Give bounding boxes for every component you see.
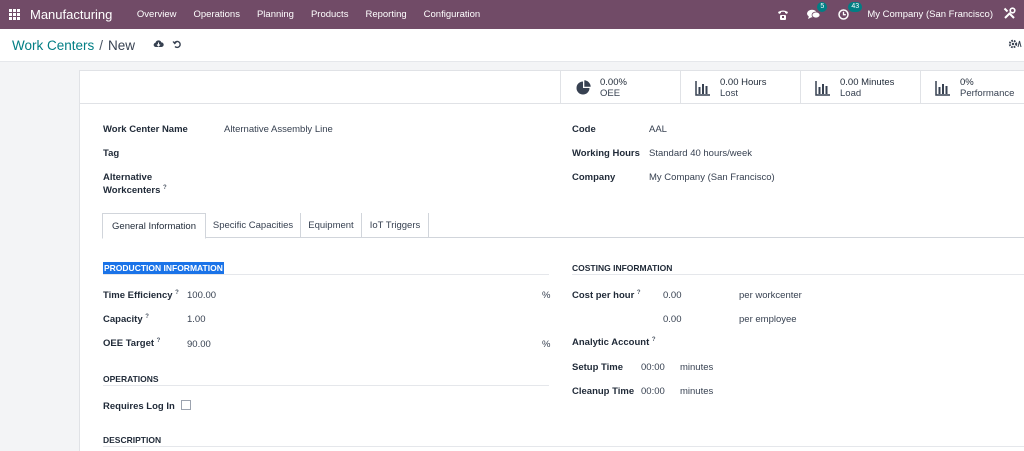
cleanup-time-label: Cleanup Time bbox=[572, 386, 635, 397]
capacity-label: Capacity ? bbox=[103, 314, 149, 326]
navbar-systray: 5 43 My Company (San Francisco) bbox=[777, 0, 1024, 29]
setup-time-label: Setup Time bbox=[572, 362, 624, 373]
chat-badge: 5 bbox=[817, 2, 828, 12]
time-efficiency-unit: % bbox=[542, 290, 551, 301]
help-tooltip-icon[interactable]: ? bbox=[175, 290, 179, 296]
tab-iot-triggers[interactable]: IoT Triggers bbox=[362, 213, 428, 238]
performance-label: Performance bbox=[960, 87, 1015, 99]
oee-target-input[interactable]: 90.00 bbox=[187, 339, 211, 350]
activity-badge: 43 bbox=[848, 2, 863, 12]
work-center-name-label: Work Center Name bbox=[103, 124, 188, 135]
tag-input[interactable] bbox=[224, 145, 524, 159]
alternative-workcenters-input[interactable] bbox=[224, 175, 524, 189]
code-label: Code bbox=[572, 124, 596, 135]
breadcrumb-work-centers[interactable]: Work Centers bbox=[12, 38, 94, 53]
load-stat-button[interactable]: 0.00 Minutes Load bbox=[800, 71, 920, 104]
setup-time-unit: minutes bbox=[680, 362, 714, 373]
load-value: 0.00 Minutes bbox=[840, 76, 895, 88]
capacity-input[interactable]: 1.00 bbox=[187, 314, 206, 325]
analytic-account-input[interactable] bbox=[663, 335, 1023, 349]
tab-divider bbox=[428, 213, 429, 238]
company-input[interactable]: My Company (San Francisco) bbox=[649, 172, 775, 183]
tab-specific-capacities[interactable]: Specific Capacities bbox=[206, 213, 300, 238]
main-menu: Overview Operations Planning Products Re… bbox=[128, 9, 488, 20]
app-name[interactable]: Manufacturing bbox=[30, 7, 112, 22]
help-tooltip-icon[interactable]: ? bbox=[157, 338, 161, 344]
oee-stat-button[interactable]: 0.00% OEE bbox=[560, 71, 680, 104]
bar-chart-icon bbox=[815, 80, 830, 96]
save-cloud-icon[interactable] bbox=[153, 39, 164, 51]
menu-overview[interactable]: Overview bbox=[128, 9, 185, 20]
load-label: Load bbox=[840, 87, 862, 99]
top-navbar: Manufacturing Overview Operations Planni… bbox=[0, 0, 1024, 29]
breadcrumb-separator: / bbox=[99, 37, 104, 53]
lost-label: Lost bbox=[720, 87, 738, 99]
time-efficiency-input[interactable]: 100.00 bbox=[187, 290, 216, 301]
company-label: Company bbox=[572, 172, 616, 183]
tools-icon[interactable] bbox=[1003, 6, 1016, 23]
lost-value: 0.00 Hours bbox=[720, 76, 767, 88]
form-sheet: 0.00% OEE 0.00 Hours Lost 0.00 Minutes L… bbox=[79, 70, 1024, 451]
clock-icon[interactable]: 43 bbox=[838, 2, 863, 20]
phone-icon[interactable] bbox=[777, 9, 789, 21]
oee-target-label: OEE Target ? bbox=[103, 338, 161, 350]
group-separator bbox=[103, 446, 1024, 447]
cost-per-workcenter-input[interactable]: 0.00 bbox=[663, 290, 682, 301]
lost-stat-button[interactable]: 0.00 Hours Lost bbox=[680, 71, 800, 104]
setup-time-input[interactable]: 00:00 bbox=[641, 362, 665, 373]
analytic-account-label: Analytic Account ? bbox=[572, 337, 656, 349]
notebook-tabs: General Information Specific Capacities … bbox=[102, 213, 1024, 239]
description-title: DESCRIPTION bbox=[103, 435, 162, 445]
menu-operations[interactable]: Operations bbox=[185, 9, 248, 20]
cost-per-hour-label: Cost per hour ? bbox=[572, 290, 641, 302]
help-tooltip-icon[interactable]: ? bbox=[145, 314, 149, 320]
tag-label: Tag bbox=[103, 148, 120, 159]
tab-equipment[interactable]: Equipment bbox=[301, 213, 361, 238]
production-information-title: PRODUCTION INFORMATION bbox=[103, 262, 224, 274]
cost-per-employee-input[interactable]: 0.00 bbox=[663, 314, 682, 325]
bar-chart-icon bbox=[695, 80, 710, 96]
discard-undo-icon[interactable] bbox=[172, 39, 182, 52]
working-hours-input[interactable]: Standard 40 hours/week bbox=[649, 148, 752, 159]
help-tooltip-icon[interactable]: ? bbox=[652, 337, 656, 343]
company-switcher[interactable]: My Company (San Francisco) bbox=[867, 9, 993, 20]
help-tooltip-icon[interactable]: ? bbox=[637, 290, 641, 296]
operations-title: OPERATIONS bbox=[103, 374, 159, 384]
per-workcenter-label: per workcenter bbox=[739, 290, 802, 301]
per-employee-label: per employee bbox=[739, 314, 797, 325]
group-separator bbox=[103, 385, 549, 386]
group-separator bbox=[572, 274, 1024, 275]
menu-planning[interactable]: Planning bbox=[248, 9, 302, 20]
pie-chart-icon bbox=[576, 79, 591, 94]
breadcrumb-current: New bbox=[108, 37, 136, 53]
menu-reporting[interactable]: Reporting bbox=[357, 9, 415, 20]
oee-value: 0.00% bbox=[600, 76, 627, 88]
menu-configuration[interactable]: Configuration bbox=[415, 9, 489, 20]
cleanup-time-input[interactable]: 00:00 bbox=[641, 386, 665, 397]
cleanup-time-unit: minutes bbox=[680, 386, 714, 397]
time-efficiency-label: Time Efficiency ? bbox=[103, 290, 179, 302]
performance-value: 0% bbox=[960, 76, 974, 88]
tab-general-information[interactable]: General Information bbox=[102, 213, 206, 239]
code-input[interactable]: AAL bbox=[649, 124, 667, 135]
requires-log-in-checkbox[interactable] bbox=[181, 400, 191, 410]
chat-icon[interactable]: 5 bbox=[807, 2, 828, 20]
oee-label: OEE bbox=[600, 87, 621, 99]
bar-chart-icon bbox=[935, 80, 950, 96]
apps-grid-icon[interactable] bbox=[9, 9, 20, 20]
group-separator bbox=[103, 274, 549, 275]
costing-information-title: COSTING INFORMATION bbox=[572, 263, 673, 273]
alternative-workcenters-label-line1: Alternative bbox=[103, 172, 153, 183]
gear-icon[interactable] bbox=[1008, 39, 1022, 52]
control-panel: Work Centers / New bbox=[0, 29, 1024, 62]
alternative-workcenters-label: Workcenters ? bbox=[103, 185, 167, 197]
oee-target-unit: % bbox=[542, 339, 551, 350]
stat-button-box: 0.00% OEE 0.00 Hours Lost 0.00 Minutes L… bbox=[80, 71, 1024, 104]
help-tooltip-icon[interactable]: ? bbox=[163, 185, 167, 191]
requires-log-in-label: Requires Log In bbox=[103, 401, 175, 412]
work-center-name-input[interactable]: Alternative Assembly Line bbox=[224, 124, 333, 135]
menu-products[interactable]: Products bbox=[302, 9, 357, 20]
performance-stat-button[interactable]: 0% Performance bbox=[920, 71, 1024, 104]
working-hours-label: Working Hours bbox=[572, 148, 640, 159]
